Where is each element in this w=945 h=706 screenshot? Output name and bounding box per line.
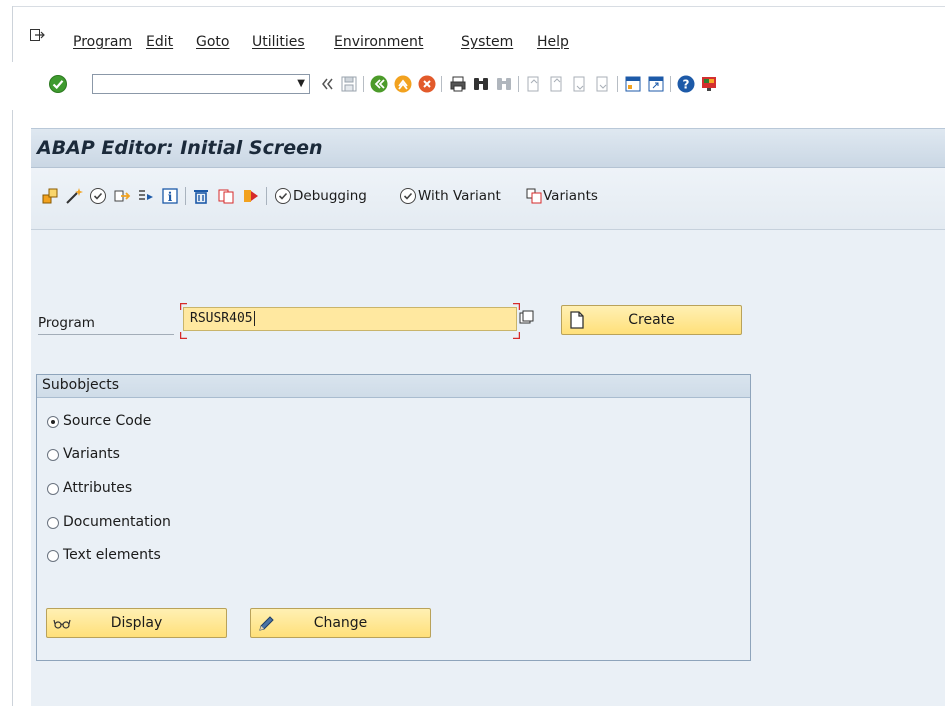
test-icon[interactable] (136, 186, 156, 206)
program-label: Program (38, 315, 95, 331)
required-marker (513, 303, 520, 310)
create-session-icon[interactable] (623, 74, 643, 94)
enter-icon[interactable] (48, 74, 68, 94)
separator (266, 187, 267, 205)
debugging-button[interactable]: Debugging (293, 188, 367, 204)
radio-dot (51, 420, 55, 424)
menu-bar: Program Edit Goto Utilities Environment … (0, 0, 945, 706)
back-icon[interactable] (369, 74, 389, 94)
application-toolbar: i Debugging With Variant Variants (31, 168, 945, 230)
required-marker (180, 303, 187, 310)
separator (670, 76, 671, 92)
separator (441, 76, 442, 92)
create-label: Create (628, 312, 675, 328)
menu-utilities[interactable]: Utilities (252, 34, 305, 50)
separator (617, 76, 618, 92)
copy-icon[interactable] (216, 186, 236, 206)
text-cursor (253, 311, 255, 326)
change-label: Change (313, 615, 368, 631)
collapse-icon[interactable] (317, 74, 337, 94)
system-toolbar: ▼ ? (12, 62, 945, 110)
separator (185, 187, 186, 205)
layout-icon[interactable] (699, 74, 719, 94)
other-object-icon[interactable] (40, 186, 60, 206)
radio-label: Documentation (63, 514, 171, 530)
with-variant-button[interactable]: With Variant (418, 188, 501, 204)
menu-exit-icon[interactable] (30, 29, 45, 42)
activate-icon[interactable] (112, 186, 132, 206)
subobjects-title: Subobjects (42, 377, 120, 393)
print-icon[interactable] (448, 74, 468, 94)
page-title: ABAP Editor: Initial Screen (37, 137, 323, 159)
program-input[interactable]: RSUSR405 (183, 307, 517, 331)
radio-button[interactable] (47, 550, 59, 562)
with-variant-icon[interactable] (398, 186, 418, 206)
subobjects-header: Subobjects (37, 375, 750, 398)
svg-text:?: ? (683, 78, 690, 92)
change-button[interactable]: Change (250, 608, 431, 638)
window-frame-top (12, 6, 945, 7)
debugging-icon[interactable] (273, 186, 293, 206)
shortcut-icon[interactable] (646, 74, 666, 94)
required-marker (180, 332, 187, 339)
menu-environment[interactable]: Environment (334, 34, 423, 50)
separator (363, 76, 364, 92)
menu-goto[interactable]: Goto (196, 34, 229, 50)
menu-edit[interactable]: Edit (146, 34, 173, 50)
label-underline (38, 334, 174, 335)
value-help-icon[interactable] (519, 310, 534, 325)
subobjects-group: Subobjects Source Code Variants Attribut… (36, 374, 751, 661)
rename-icon[interactable] (241, 186, 261, 206)
create-button[interactable]: Create (561, 305, 742, 335)
delete-icon[interactable] (191, 186, 211, 206)
radio-label: Variants (63, 446, 120, 462)
program-input-value: RSUSR405 (190, 311, 253, 326)
find-icon[interactable] (471, 74, 491, 94)
next-page-icon[interactable] (570, 74, 590, 94)
radio-button[interactable] (47, 483, 59, 495)
help-icon[interactable]: ? (676, 74, 696, 94)
dropdown-icon[interactable]: ▼ (297, 78, 305, 89)
radio-label: Attributes (63, 480, 133, 496)
menu-program[interactable]: Program (73, 34, 132, 50)
title-bar: ABAP Editor: Initial Screen (31, 128, 945, 168)
variants-icon[interactable] (524, 186, 544, 206)
radio-label: Text elements (63, 547, 161, 563)
cancel-icon[interactable] (417, 74, 437, 94)
previous-page-icon[interactable] (547, 74, 567, 94)
window-frame-left (12, 6, 13, 706)
separator (518, 76, 519, 92)
main-area: Program RSUSR405 Create Subobjects Sourc… (31, 230, 945, 706)
check-icon[interactable] (88, 186, 108, 206)
menu-system[interactable]: System (461, 34, 513, 50)
find-next-icon[interactable] (494, 74, 514, 94)
radio-label: Source Code (63, 413, 152, 429)
radio-button[interactable] (47, 449, 59, 461)
first-page-icon[interactable] (524, 74, 544, 94)
svg-text:i: i (168, 190, 173, 204)
display-label: Display (110, 615, 163, 631)
info-icon[interactable]: i (160, 186, 180, 206)
wizard-icon[interactable] (64, 186, 84, 206)
last-page-icon[interactable] (593, 74, 613, 94)
display-button[interactable]: Display (46, 608, 227, 638)
radio-button-selected[interactable] (47, 416, 59, 428)
menu-help[interactable]: Help (537, 34, 569, 50)
required-marker (513, 332, 520, 339)
exit-icon[interactable] (393, 74, 413, 94)
command-field[interactable]: ▼ (92, 74, 310, 94)
radio-button[interactable] (47, 517, 59, 529)
variants-button[interactable]: Variants (543, 188, 598, 204)
save-icon[interactable] (339, 74, 359, 94)
